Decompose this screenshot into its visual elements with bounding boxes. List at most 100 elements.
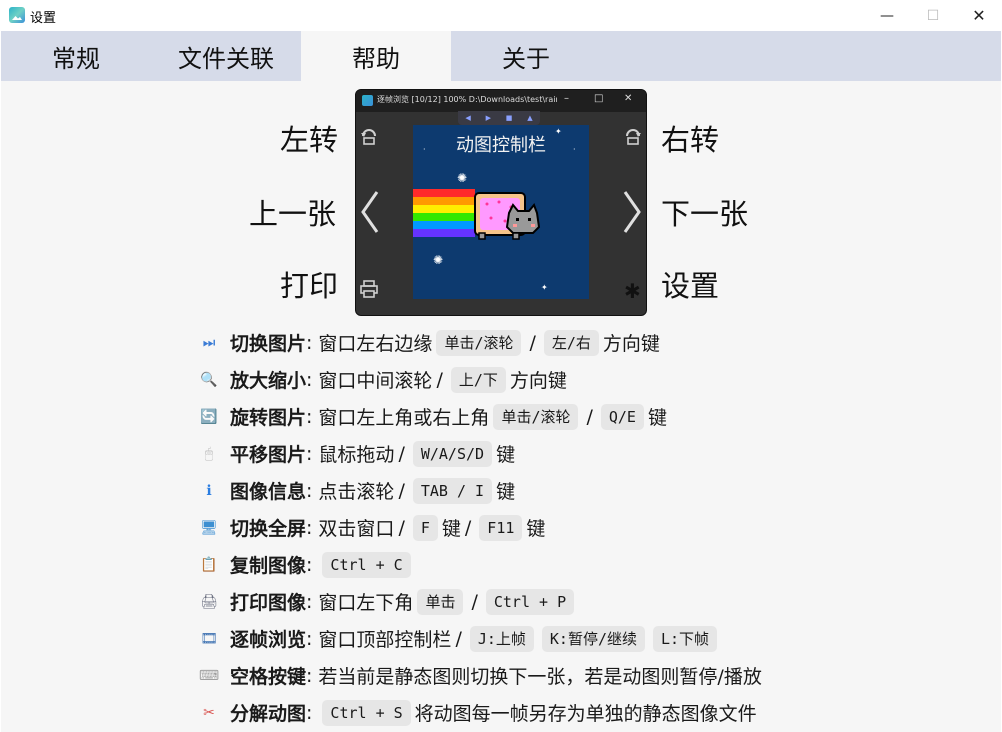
shortcut-title: 平移图片 xyxy=(230,444,307,466)
shortcut-title: 空格按键 xyxy=(230,666,307,688)
shortcut-description: 点击滚轮 xyxy=(318,481,395,503)
minimize-button[interactable]: — xyxy=(864,0,910,31)
next-label: 下一张 xyxy=(661,197,749,231)
app-icon xyxy=(9,7,25,23)
info-icon: ℹ xyxy=(206,482,212,499)
shortcut-row: ⌨ 空格按键: 若当前是静态图则切换下一张，若是动图则暂停/播放 xyxy=(198,657,998,694)
shortcut-description: 键 xyxy=(496,481,516,503)
shortcut-row: 🖥 切换全屏: 双击窗口 / F 键 / F11 键 xyxy=(198,509,998,546)
key-badge: Ctrl + P xyxy=(485,588,575,615)
separator: / xyxy=(464,516,472,539)
shortcut-description: 窗口左上角或右上角 xyxy=(318,407,490,429)
separator: / xyxy=(398,479,405,502)
film-icon: 🎞 xyxy=(200,630,218,647)
gear-icon: ✱ xyxy=(624,279,641,303)
shortcut-colon: : xyxy=(306,331,313,354)
shortcut-description: 键 xyxy=(647,407,667,429)
mouse-icon: 🖱 xyxy=(204,445,214,462)
preview-next-frame-icon: ▲ xyxy=(527,114,533,122)
rotate-right-icon xyxy=(623,128,643,150)
shortcut-description: 键 xyxy=(526,518,546,540)
preview-app-icon xyxy=(362,95,373,106)
tab-bar: 常规 文件关联 帮助 关于 xyxy=(1,31,1001,81)
shortcut-row: 🔄 旋转图片: 窗口左上角或右上角 单击/滚轮 / Q/E 键 xyxy=(198,398,998,435)
separator: / xyxy=(398,516,405,539)
shortcut-title: 逐帧浏览 xyxy=(230,629,307,651)
close-button[interactable]: ✕ xyxy=(956,0,1002,31)
shortcut-description: 键 xyxy=(496,444,516,466)
key-badge: Q/E xyxy=(600,403,644,430)
preview-stop-icon: ■ xyxy=(505,114,513,122)
shortcut-colon: : xyxy=(306,553,313,576)
shortcut-colon: : xyxy=(306,701,313,724)
shortcut-row: 🖱 平移图片: 鼠标拖动 / W/A/S/D 键 xyxy=(198,435,998,472)
shortcut-title: 复制图像 xyxy=(230,555,307,577)
separator: / xyxy=(529,331,536,354)
separator: / xyxy=(586,405,593,428)
shortcut-colon: : xyxy=(306,479,313,502)
tab-file-association[interactable]: 文件关联 xyxy=(151,31,301,81)
shortcut-title: 切换全屏 xyxy=(230,518,307,540)
key-badge: Ctrl + C xyxy=(322,551,411,578)
tab-about[interactable]: 关于 xyxy=(451,31,601,81)
preview-titlebar: 逐帧浏览 [10/12] 100% D:\Downloads\test\rain… xyxy=(356,90,646,112)
separator: / xyxy=(471,590,478,613)
shortcut-row: ⏭ 切换图片: 窗口左右边缘 单击/滚轮 / 左/右 方向键 xyxy=(198,324,998,361)
rotate-icon: 🔄 xyxy=(200,408,218,425)
key-badge: F xyxy=(412,514,438,541)
key-badge: K:暂停/继续 xyxy=(541,625,645,652)
print-icon xyxy=(360,280,378,302)
tab-general[interactable]: 常规 xyxy=(1,31,151,81)
shortcut-row: ✂ 分解动图: Ctrl + S 将动图每一帧另存为单独的静态图像文件 xyxy=(198,694,998,731)
shortcut-description: 键 xyxy=(441,518,461,540)
rotate-right-label: 右转 xyxy=(661,123,720,157)
shortcut-colon: : xyxy=(306,664,313,687)
shortcut-title: 打印图像 xyxy=(230,592,307,614)
preview-minimize-icon: – xyxy=(564,93,569,104)
key-badge: 左/右 xyxy=(543,329,599,356)
star-decoration: ✦ xyxy=(555,127,562,136)
shortcut-colon: : xyxy=(306,516,313,539)
maximize-button[interactable]: ☐ xyxy=(910,0,956,31)
shortcut-description: 方向键 xyxy=(602,333,660,355)
shortcut-description: 窗口中间滚轮 xyxy=(318,370,433,392)
shortcut-colon: : xyxy=(306,590,313,613)
title-bar: 设置 — ☐ ✕ xyxy=(0,0,1002,31)
preview-title: 逐帧浏览 [10/12] 100% D:\Downloads\test\rain… xyxy=(377,95,557,104)
rotate-left-icon xyxy=(359,128,379,150)
prev-arrow-icon xyxy=(359,190,381,238)
scissors-icon: ✂ xyxy=(203,704,215,721)
shortcut-colon: : xyxy=(306,627,313,650)
key-badge: 单击/滚轮 xyxy=(493,403,579,430)
star-decoration: ✦ xyxy=(541,283,548,292)
star-decoration: ✺ xyxy=(433,253,444,267)
key-badge: Ctrl + S xyxy=(322,699,411,726)
key-badge: F11 xyxy=(479,514,523,541)
viewer-preview: 逐帧浏览 [10/12] 100% D:\Downloads\test\rain… xyxy=(355,89,647,316)
separator: / xyxy=(398,442,405,465)
shortcut-row: 🖨 打印图像: 窗口左下角 单击 / Ctrl + P xyxy=(198,583,998,620)
star-decoration: · xyxy=(423,145,426,154)
shortcut-description: 双击窗口 xyxy=(318,518,395,540)
key-badge: W/A/S/D xyxy=(412,440,493,467)
shortcut-description: 将动图每一帧另存为单独的静态图像文件 xyxy=(414,703,757,725)
shortcut-row: ℹ 图像信息: 点击滚轮 / TAB / I键 xyxy=(198,472,998,509)
preview-play-icon: ▶ xyxy=(485,114,491,122)
star-decoration: · xyxy=(573,145,576,154)
separator: / xyxy=(455,627,462,650)
shortcut-description: 窗口顶部控制栏 xyxy=(318,629,452,651)
shortcut-colon: : xyxy=(306,442,313,465)
shortcut-description: 方向键 xyxy=(509,370,567,392)
shortcut-row: 📋 复制图像: Ctrl + C xyxy=(198,546,998,583)
shortcut-title: 切换图片 xyxy=(230,333,307,355)
preview-overlay-label: 动图控制栏 xyxy=(456,135,546,156)
shortcut-list: ⏭ 切换图片: 窗口左右边缘 单击/滚轮 / 左/右 方向键 🔍 放大缩小: 窗口中间滚轮 / 上/下… xyxy=(198,324,998,731)
key-badge: 单击/滚轮 xyxy=(436,329,522,356)
key-badge: TAB / I xyxy=(412,477,493,504)
key-badge: 单击 xyxy=(417,588,464,615)
nyan-cat xyxy=(474,192,541,240)
tab-help[interactable]: 帮助 xyxy=(301,31,451,81)
key-badge: J:上帧 xyxy=(469,625,534,652)
prev-label: 上一张 xyxy=(249,197,337,231)
print-label: 打印 xyxy=(280,269,339,303)
